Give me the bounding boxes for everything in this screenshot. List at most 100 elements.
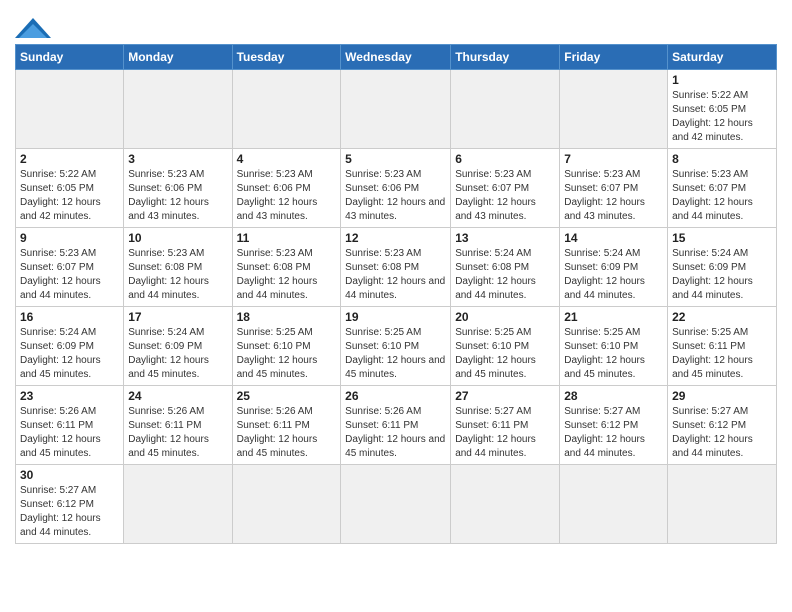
day-number: 13 — [455, 231, 555, 245]
calendar-cell: 17Sunrise: 5:24 AMSunset: 6:09 PMDayligh… — [124, 307, 232, 386]
day-number: 29 — [672, 389, 772, 403]
day-number: 27 — [455, 389, 555, 403]
calendar-cell — [16, 70, 124, 149]
day-number: 21 — [564, 310, 663, 324]
day-info: Sunrise: 5:25 AMSunset: 6:10 PMDaylight:… — [345, 326, 446, 382]
calendar-week-1: 2Sunrise: 5:22 AMSunset: 6:05 PMDaylight… — [16, 149, 777, 228]
day-info: Sunrise: 5:25 AMSunset: 6:10 PMDaylight:… — [455, 326, 555, 382]
logo-icon — [15, 18, 51, 38]
day-number: 7 — [564, 152, 663, 166]
calendar-cell: 1 Sunrise: 5:22 AMSunset: 6:05 PMDaylight… — [668, 70, 777, 149]
calendar-cell: 5Sunrise: 5:23 AMSunset: 6:06 PMDaylight… — [341, 149, 451, 228]
calendar-week-4: 23Sunrise: 5:26 AMSunset: 6:11 PMDayligh… — [16, 386, 777, 465]
calendar-cell: 4 Sunrise: 5:23 AMSunset: 6:06 PMDaylight… — [232, 149, 341, 228]
logo-area — [15, 10, 51, 38]
calendar-cell: 28 Sunrise: 5:27 AMSunset: 6:12 PMDayligh… — [560, 386, 668, 465]
calendar-cell: 11 Sunrise: 5:23 AMSunset: 6:08 PMDayligh… — [232, 228, 341, 307]
day-info: Sunrise: 5:23 AMSunset: 6:07 PMDaylight:… — [672, 168, 772, 224]
day-number: 4 — [237, 152, 337, 166]
day-info: Sunrise: 5:23 AMSunset: 6:06 PMDaylight:… — [237, 168, 337, 224]
calendar-cell: 30 Sunrise: 5:27 AMSunset: 6:12 PMDayligh… — [16, 465, 124, 544]
day-number: 22 — [672, 310, 772, 324]
day-number: 26 — [345, 389, 446, 403]
day-number: 9 — [20, 231, 119, 245]
day-info: Sunrise: 5:24 AMSunset: 6:09 PMDaylight:… — [564, 247, 663, 303]
day-number: 19 — [345, 310, 446, 324]
calendar-cell — [668, 465, 777, 544]
weekday-monday: Monday — [124, 45, 232, 70]
day-number: 12 — [345, 231, 446, 245]
day-info: Sunrise: 5:23 AMSunset: 6:08 PMDaylight:… — [128, 247, 227, 303]
calendar-cell: 12 Sunrise: 5:23 AMSunset: 6:08 PMDayligh… — [341, 228, 451, 307]
calendar-cell: 10Sunrise: 5:23 AMSunset: 6:08 PMDayligh… — [124, 228, 232, 307]
weekday-sunday: Sunday — [16, 45, 124, 70]
weekday-tuesday: Tuesday — [232, 45, 341, 70]
header — [15, 10, 777, 38]
calendar-cell: 8Sunrise: 5:23 AMSunset: 6:07 PMDaylight… — [668, 149, 777, 228]
day-number: 18 — [237, 310, 337, 324]
calendar-cell: 20Sunrise: 5:25 AMSunset: 6:10 PMDayligh… — [451, 307, 560, 386]
day-number: 3 — [128, 152, 227, 166]
calendar-cell: 3Sunrise: 5:23 AMSunset: 6:06 PMDaylight… — [124, 149, 232, 228]
calendar-cell: 26Sunrise: 5:26 AMSunset: 6:11 PMDayligh… — [341, 386, 451, 465]
calendar-cell: 6Sunrise: 5:23 AMSunset: 6:07 PMDaylight… — [451, 149, 560, 228]
calendar-cell: 18 Sunrise: 5:25 AMSunset: 6:10 PMDayligh… — [232, 307, 341, 386]
page-container: SundayMondayTuesdayWednesdayThursdayFrid… — [15, 10, 777, 544]
day-info: Sunrise: 5:26 AMSunset: 6:11 PMDaylight:… — [128, 405, 227, 461]
weekday-thursday: Thursday — [451, 45, 560, 70]
calendar-cell: 9 Sunrise: 5:23 AMSunset: 6:07 PMDaylight… — [16, 228, 124, 307]
calendar-cell: 13Sunrise: 5:24 AMSunset: 6:08 PMDayligh… — [451, 228, 560, 307]
weekday-header-row: SundayMondayTuesdayWednesdayThursdayFrid… — [16, 45, 777, 70]
day-number: 2 — [20, 152, 119, 166]
day-number: 14 — [564, 231, 663, 245]
calendar-cell — [341, 70, 451, 149]
day-info: Sunrise: 5:23 AMSunset: 6:07 PMDaylight:… — [20, 247, 119, 303]
calendar-week-3: 16Sunrise: 5:24 AMSunset: 6:09 PMDayligh… — [16, 307, 777, 386]
calendar-header: SundayMondayTuesdayWednesdayThursdayFrid… — [16, 45, 777, 70]
day-info: Sunrise: 5:23 AMSunset: 6:06 PMDaylight:… — [345, 168, 446, 224]
calendar-week-0: 1 Sunrise: 5:22 AMSunset: 6:05 PMDaylight… — [16, 70, 777, 149]
calendar-table: SundayMondayTuesdayWednesdayThursdayFrid… — [15, 44, 777, 544]
day-info: Sunrise: 5:27 AMSunset: 6:12 PMDaylight:… — [20, 484, 119, 540]
day-number: 30 — [20, 468, 119, 482]
day-info: Sunrise: 5:23 AMSunset: 6:08 PMDaylight:… — [345, 247, 446, 303]
calendar-cell: 27Sunrise: 5:27 AMSunset: 6:11 PMDayligh… — [451, 386, 560, 465]
day-info: Sunrise: 5:25 AMSunset: 6:10 PMDaylight:… — [564, 326, 663, 382]
calendar-cell: 23Sunrise: 5:26 AMSunset: 6:11 PMDayligh… — [16, 386, 124, 465]
day-info: Sunrise: 5:26 AMSunset: 6:11 PMDaylight:… — [237, 405, 337, 461]
day-info: Sunrise: 5:23 AMSunset: 6:08 PMDaylight:… — [237, 247, 337, 303]
calendar-cell: 14 Sunrise: 5:24 AMSunset: 6:09 PMDayligh… — [560, 228, 668, 307]
day-number: 28 — [564, 389, 663, 403]
day-number: 15 — [672, 231, 772, 245]
weekday-wednesday: Wednesday — [341, 45, 451, 70]
calendar-cell: 16Sunrise: 5:24 AMSunset: 6:09 PMDayligh… — [16, 307, 124, 386]
day-number: 6 — [455, 152, 555, 166]
day-number: 24 — [128, 389, 227, 403]
calendar-cell — [124, 465, 232, 544]
day-number: 11 — [237, 231, 337, 245]
calendar-cell — [451, 465, 560, 544]
day-info: Sunrise: 5:25 AMSunset: 6:10 PMDaylight:… — [237, 326, 337, 382]
day-number: 25 — [237, 389, 337, 403]
day-info: Sunrise: 5:27 AMSunset: 6:12 PMDaylight:… — [672, 405, 772, 461]
day-info: Sunrise: 5:24 AMSunset: 6:09 PMDaylight:… — [20, 326, 119, 382]
calendar-cell — [232, 465, 341, 544]
day-info: Sunrise: 5:27 AMSunset: 6:12 PMDaylight:… — [564, 405, 663, 461]
calendar-body: 1 Sunrise: 5:22 AMSunset: 6:05 PMDaylight… — [16, 70, 777, 544]
weekday-saturday: Saturday — [668, 45, 777, 70]
calendar-cell: 2Sunrise: 5:22 AMSunset: 6:05 PMDaylight… — [16, 149, 124, 228]
calendar-cell — [560, 465, 668, 544]
calendar-cell — [124, 70, 232, 149]
day-number: 17 — [128, 310, 227, 324]
calendar-cell: 24 Sunrise: 5:26 AMSunset: 6:11 PMDayligh… — [124, 386, 232, 465]
calendar-week-2: 9 Sunrise: 5:23 AMSunset: 6:07 PMDaylight… — [16, 228, 777, 307]
calendar-cell: 7Sunrise: 5:23 AMSunset: 6:07 PMDaylight… — [560, 149, 668, 228]
day-info: Sunrise: 5:26 AMSunset: 6:11 PMDaylight:… — [20, 405, 119, 461]
calendar-cell — [341, 465, 451, 544]
day-info: Sunrise: 5:22 AMSunset: 6:05 PMDaylight:… — [672, 89, 772, 145]
calendar-cell — [232, 70, 341, 149]
day-number: 1 — [672, 73, 772, 87]
calendar-week-5: 30 Sunrise: 5:27 AMSunset: 6:12 PMDayligh… — [16, 465, 777, 544]
day-info: Sunrise: 5:25 AMSunset: 6:11 PMDaylight:… — [672, 326, 772, 382]
weekday-friday: Friday — [560, 45, 668, 70]
